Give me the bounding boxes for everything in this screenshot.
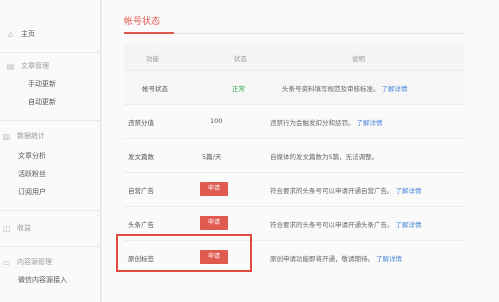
row-name: 头条广告 <box>128 221 154 229</box>
table-row: 违禁分值 100 违禁行为会触发扣分和惩罚。 了解详情 <box>124 105 464 139</box>
row-desc: 违禁行为会触发扣分和惩罚。 了解详情 <box>270 117 383 127</box>
learn-more-link[interactable]: 了解详情 <box>357 119 383 127</box>
status-text: 100 <box>210 117 223 125</box>
desc-text: 头条号资料填写规范及审核标准。 <box>282 85 380 93</box>
row-desc: 符合要求的头条号可以申请开通自营广告。 了解详情 <box>270 185 422 195</box>
table-row: 自营广告 申请 符合要求的头条号可以申请开通自营广告。 了解详情 <box>124 173 464 207</box>
wallet-icon: ◫ <box>2 224 11 233</box>
apply-button[interactable]: 申请 <box>200 216 228 230</box>
row-name: 发文篇数 <box>128 153 154 161</box>
document-icon: ▤ <box>6 62 15 71</box>
divider <box>0 246 100 247</box>
learn-more-link[interactable]: 了解详情 <box>376 255 402 263</box>
desc-text: 违禁行为会触发扣分和惩罚。 <box>270 119 355 127</box>
sidebar-item-wechat-source[interactable]: 微信内容源接入 <box>18 276 67 285</box>
sidebar-group-label: 文章管理 <box>21 62 49 70</box>
status-text: 5篇/天 <box>202 153 222 161</box>
home-icon: ⌂ <box>7 30 14 39</box>
row-desc: 头条号资料填写规范及审核标准。 了解详情 <box>282 83 408 93</box>
sidebar-item-auto-update[interactable]: 自动更新 <box>28 98 56 107</box>
row-desc: 自媒体的发文篇数为5篇，无法调整。 <box>270 153 379 161</box>
column-header-status: 状态 <box>234 55 247 63</box>
desc-text: 原创申请功能即将开通，敬请期待。 <box>270 255 374 263</box>
row-name: 违禁分值 <box>128 119 154 127</box>
divider <box>0 52 100 53</box>
main-panel: 帐号状态 功能 状态 说明 帐号状态 正常 头条号资料填写规范及审核标准。 了解详… <box>102 0 499 302</box>
divider <box>0 120 100 121</box>
desc-text: 符合要求的头条号可以申请开通自营广告。 <box>270 187 394 195</box>
title-divider <box>124 33 464 34</box>
sidebar-group-label: 内容源管理 <box>17 258 52 266</box>
sidebar: ⌂ 主页 ▤ 文章管理 手动更新 自动更新 ▥ 数据统计 文章分析 活跃粉丝 订… <box>0 0 101 302</box>
column-header-feature: 功能 <box>146 55 159 63</box>
chart-icon: ▥ <box>2 132 11 141</box>
desc-text: 符合要求的头条号可以申请开通头条广告。 <box>270 221 394 229</box>
row-name: 自营广告 <box>128 187 154 195</box>
folder-icon: ▭ <box>2 258 11 267</box>
sidebar-item-article-analysis[interactable]: 文章分析 <box>18 152 46 161</box>
table-row: 发文篇数 5篇/天 自媒体的发文篇数为5篇，无法调整。 <box>124 139 464 173</box>
learn-more-link[interactable]: 了解详情 <box>382 85 408 93</box>
status-text: 正常 <box>232 85 245 93</box>
sidebar-item-manual-update[interactable]: 手动更新 <box>28 80 56 89</box>
sidebar-item-label: 主页 <box>21 30 35 38</box>
row-desc: 符合要求的头条号可以申请开通头条广告。 了解详情 <box>270 219 422 229</box>
sidebar-item-active-fans[interactable]: 活跃粉丝 <box>18 170 46 179</box>
sidebar-item-subscribers[interactable]: 订阅用户 <box>18 188 46 197</box>
panel-title: 帐号状态 <box>124 17 161 27</box>
table-row: 帐号状态 正常 头条号资料填写规范及审核标准。 了解详情 <box>124 71 464 105</box>
table-header: 功能 状态 说明 <box>124 44 464 71</box>
highlight-box <box>116 234 252 272</box>
apply-button[interactable]: 申请 <box>200 182 228 196</box>
row-name: 帐号状态 <box>142 85 168 93</box>
sidebar-group-label: 数据统计 <box>17 132 45 140</box>
row-desc: 原创申请功能即将开通，敬请期待。 了解详情 <box>270 253 402 263</box>
sidebar-item-label: 收益 <box>17 224 31 232</box>
learn-more-link[interactable]: 了解详情 <box>396 187 422 195</box>
title-accent-bar <box>124 32 174 34</box>
divider <box>0 210 100 211</box>
learn-more-link[interactable]: 了解详情 <box>396 221 422 229</box>
column-header-desc: 说明 <box>352 55 365 63</box>
